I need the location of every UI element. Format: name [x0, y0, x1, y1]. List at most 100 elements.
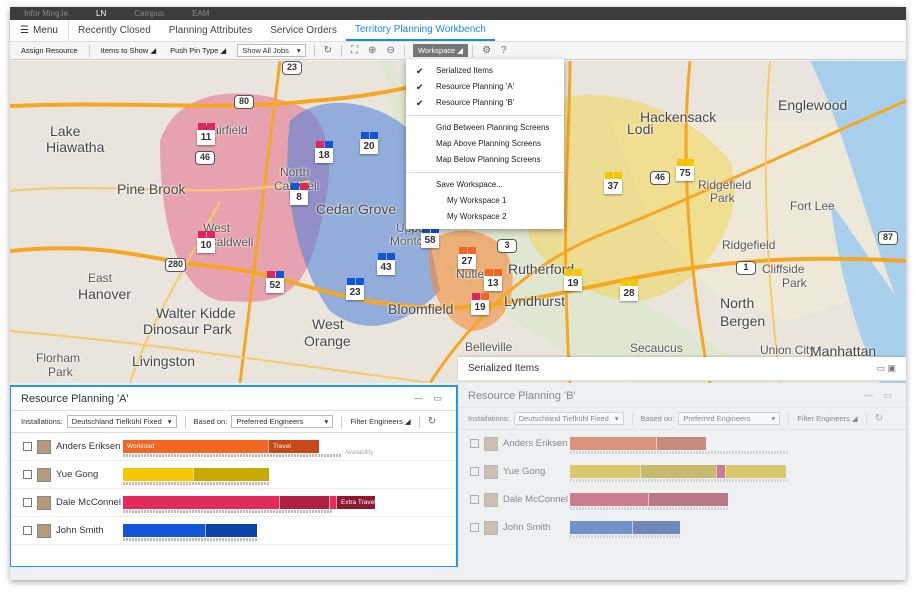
- row-checkbox[interactable]: [23, 442, 32, 451]
- engineer-row[interactable]: John Smith: [458, 514, 906, 542]
- refresh-icon[interactable]: ↻: [875, 413, 883, 424]
- fit-map-icon[interactable]: ⛶: [346, 45, 363, 56]
- jobs-select[interactable]: Show All Jobs ▾: [237, 44, 306, 57]
- map-pin[interactable]: 37: [604, 172, 622, 196]
- workload-bar[interactable]: Workload: [123, 440, 268, 453]
- map-pin[interactable]: 10: [197, 231, 215, 255]
- workspace-menu-item[interactable]: Map Above Planning Screens: [406, 136, 564, 152]
- workload-bar[interactable]: [570, 437, 656, 450]
- workspace-menu-item[interactable]: ✔ Serialized Items: [406, 63, 564, 79]
- map-pin[interactable]: 27: [458, 247, 476, 271]
- map-pin[interactable]: 18: [315, 141, 333, 165]
- filter-engineers-label: Filter Engineers: [350, 417, 403, 426]
- pin-number: 52: [266, 278, 284, 293]
- map-pin[interactable]: 11: [197, 123, 215, 147]
- row-checkbox[interactable]: [470, 523, 479, 532]
- engineer-row[interactable]: Dale McConnel: [458, 486, 906, 514]
- workspace-dropdown[interactable]: Workspace ◢: [412, 44, 469, 57]
- workload-bar[interactable]: [716, 465, 725, 478]
- assign-resource-button[interactable]: Assign Resource: [14, 46, 85, 55]
- workload-bar[interactable]: [570, 465, 640, 478]
- items-to-show-dropdown[interactable]: Items to Show ◢: [94, 46, 163, 55]
- engineer-row[interactable]: Anders Eriksen: [458, 430, 906, 458]
- map-pin[interactable]: 20: [360, 132, 378, 156]
- workload-bar[interactable]: [193, 468, 269, 481]
- serialized-items-panel-header[interactable]: Serialized Items ▭ ▣: [458, 357, 906, 381]
- based-on-select[interactable]: Preferred Engineers ▾: [678, 412, 781, 425]
- workspace-menu-item[interactable]: Grid Between Planning Screens: [406, 120, 564, 136]
- row-checkbox[interactable]: [470, 467, 479, 476]
- engineer-row[interactable]: Dale McConnel Extra Travel: [11, 489, 456, 517]
- map-pin[interactable]: 8: [290, 183, 308, 207]
- map-pin[interactable]: 13: [484, 269, 502, 293]
- workload-bar[interactable]: [632, 521, 680, 534]
- workspace-menu-item[interactable]: ✔ Resource Planning 'B': [406, 95, 564, 111]
- pin-flag: [458, 247, 467, 254]
- menu-button[interactable]: ☰ Menu: [10, 20, 69, 41]
- pin-flag: [266, 271, 275, 278]
- workload-bar[interactable]: Travel: [268, 440, 319, 453]
- push-pin-type-dropdown[interactable]: Push Pin Type ◢: [163, 46, 233, 55]
- based-on-select[interactable]: Preferred Engineers ▾: [231, 415, 334, 428]
- workload-bar[interactable]: [123, 524, 205, 537]
- zoom-in-icon[interactable]: ⊕: [363, 45, 381, 56]
- tab-planning-attributes[interactable]: Planning Attributes: [160, 20, 261, 41]
- workload-bar[interactable]: [123, 468, 193, 481]
- row-checkbox[interactable]: [23, 498, 32, 507]
- tab-territory-planning-workbench[interactable]: Territory Planning Workbench: [345, 20, 495, 41]
- row-checkbox[interactable]: [23, 526, 32, 535]
- row-checkbox[interactable]: [470, 439, 479, 448]
- workspace-menu-item[interactable]: Map Below Planning Screens: [406, 152, 564, 168]
- filter-engineers-dropdown[interactable]: Filter Engineers ◢: [350, 417, 410, 426]
- workspace-menu-item[interactable]: Save Workspace...: [406, 177, 564, 193]
- map-pin[interactable]: 19: [471, 293, 489, 317]
- workload-bar[interactable]: Extra Travel: [336, 496, 376, 509]
- map-pin[interactable]: 58: [421, 226, 439, 250]
- zoom-out-icon[interactable]: ⊖: [381, 45, 399, 56]
- workspace-menu-item[interactable]: My Workspace 1: [406, 193, 564, 209]
- app-tab-ln[interactable]: LN: [82, 9, 120, 18]
- workspace-menu-item[interactable]: ✔ Resource Planning 'A': [406, 79, 564, 95]
- map-pin[interactable]: 43: [377, 253, 395, 277]
- app-tab-eam[interactable]: EAM: [178, 9, 223, 18]
- filter-engineers-dropdown[interactable]: Filter Engineers ◢: [797, 414, 857, 423]
- tab-recently-closed[interactable]: Recently Closed: [69, 20, 160, 41]
- app-tab-campus[interactable]: Campus: [120, 9, 178, 18]
- workload-bar[interactable]: [725, 465, 786, 478]
- workload-bar[interactable]: [279, 496, 329, 509]
- workspace-menu-item[interactable]: My Workspace 2: [406, 209, 564, 225]
- window-controls-icon[interactable]: — ▭: [414, 393, 446, 404]
- row-checkbox[interactable]: [23, 470, 32, 479]
- app-tab-mingle[interactable]: Infor Ming.le: [10, 9, 82, 18]
- engineer-row[interactable]: Yue Gong: [458, 458, 906, 486]
- refresh-icon[interactable]: ↻: [428, 416, 436, 427]
- installations-select[interactable]: Deutschland Tiefkühl Fixed ▾: [513, 412, 624, 425]
- map-pin[interactable]: 28: [620, 279, 638, 303]
- refresh-icon[interactable]: ↻: [319, 45, 337, 56]
- workload-bar[interactable]: [640, 465, 716, 478]
- workload-bar[interactable]: [123, 496, 279, 509]
- window-controls-icon[interactable]: ▭ ▣: [876, 363, 896, 374]
- workload-bar[interactable]: [648, 493, 728, 506]
- workload-bar[interactable]: [329, 496, 336, 509]
- map-pin[interactable]: 75: [676, 159, 694, 183]
- engineer-row[interactable]: John Smith: [11, 517, 456, 545]
- engineer-row[interactable]: Anders Eriksen Workload Travel Availability: [11, 433, 456, 461]
- engineer-name: John Smith: [503, 522, 551, 533]
- workload-bar[interactable]: [656, 437, 706, 450]
- help-icon[interactable]: ?: [496, 45, 512, 56]
- workload-bar[interactable]: [570, 521, 632, 534]
- engineer-row[interactable]: Yue Gong: [11, 461, 456, 489]
- map-pin[interactable]: 23: [346, 278, 364, 302]
- window-controls-icon[interactable]: — ▭: [864, 390, 896, 401]
- menu-item-label: Serialized Items: [436, 66, 493, 75]
- installations-select[interactable]: Deutschland Tiefkühl Fixed ▾: [66, 415, 177, 428]
- pin-flag: [355, 278, 364, 285]
- workload-bar[interactable]: [570, 493, 648, 506]
- map-pin[interactable]: 19: [564, 269, 582, 293]
- gear-icon[interactable]: ⚙: [477, 45, 496, 56]
- tab-service-orders[interactable]: Service Orders: [261, 20, 346, 41]
- map-pin[interactable]: 52: [266, 271, 284, 295]
- workload-bar[interactable]: [205, 524, 257, 537]
- row-checkbox[interactable]: [470, 495, 479, 504]
